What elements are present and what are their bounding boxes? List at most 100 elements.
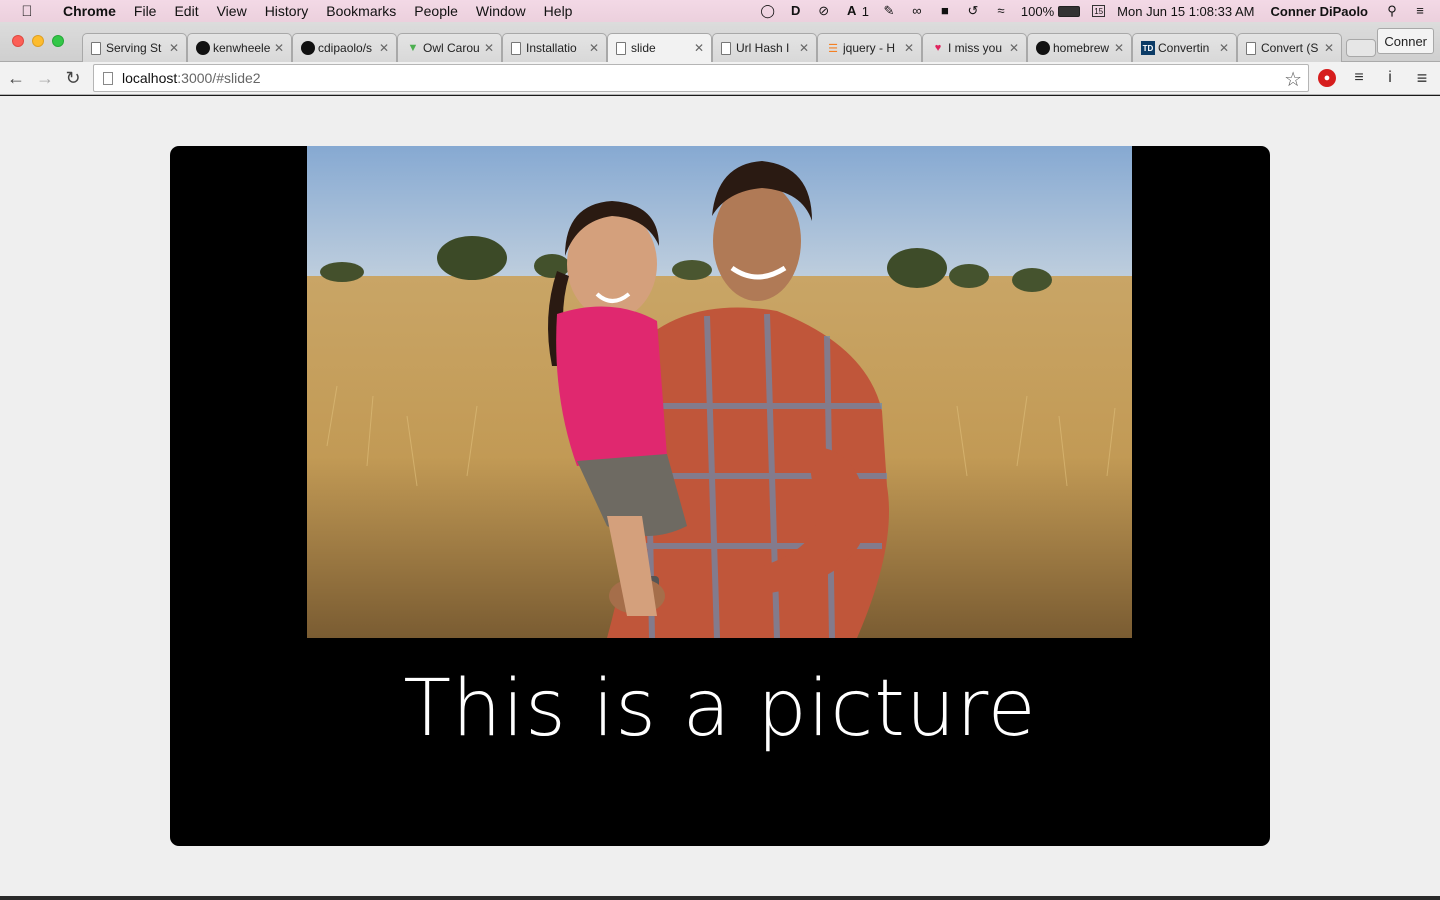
menu-app-chrome[interactable]: Chrome [54,3,125,19]
menu-history[interactable]: History [256,3,318,19]
menu-help[interactable]: Help [535,3,582,19]
tab-label: Convertin [1158,41,1210,55]
status-circle-icon[interactable]: ◯ [754,4,782,18]
tab-serving[interactable]: Serving St ✕ [82,33,187,62]
tab-label: slide [631,41,656,55]
reload-icon[interactable]: ↻ [61,66,85,90]
tab-close-icon[interactable]: ✕ [586,41,602,55]
tab-close-icon[interactable]: ✕ [271,41,287,55]
page-viewport: This is a picture [0,96,1440,896]
profile-button[interactable]: Conner [1377,28,1434,54]
status-block-icon[interactable]: ⊘ [810,4,838,18]
info-extension-icon[interactable]: i [1378,66,1402,90]
tab-slide-active[interactable]: slide ✕ [607,33,712,62]
window-zoom-button[interactable] [52,35,64,47]
apple-menu-icon[interactable]:  [0,3,54,20]
tab-close-icon[interactable]: ✕ [1216,41,1232,55]
tab-label: Serving St [106,41,162,55]
document-icon [91,41,101,55]
tab-close-icon[interactable]: ✕ [691,41,707,55]
browser-toolbar: ← → ↻ localhost:3000/#slide2 ☆ ● ≡ i ≡ [0,62,1440,95]
tab-close-icon[interactable]: ✕ [796,41,812,55]
tab-url-hash[interactable]: Url Hash I ✕ [712,33,817,62]
window-close-button[interactable] [12,35,24,47]
tab-close-icon[interactable]: ✕ [166,41,182,55]
tab-convert[interactable]: Convert (S ✕ [1237,33,1342,62]
menu-bar-status-area: ◯ D ⊘ A 1 ✎ ∞ ■ ↺ ≈ 100% 15 Mon Jun 15 1… [754,0,1440,22]
menu-bar-user[interactable]: Conner DiPaolo [1260,4,1378,19]
github-icon [1036,41,1050,55]
github-icon [196,41,210,55]
spotlight-search-icon[interactable]: ⚲ [1378,4,1406,18]
heart-icon: ♥ [934,42,942,54]
window-bottom-edge [0,896,1440,900]
document-icon [1246,41,1256,55]
tab-label: Installatio [526,41,577,55]
macos-menu-bar:  Chrome File Edit View History Bookmark… [0,0,1440,22]
tab-label: homebrew [1053,41,1110,55]
status-time-machine-icon[interactable]: ↺ [959,4,987,18]
url-host: localhost [122,70,178,86]
status-notification-icon[interactable]: A 1 [838,4,875,19]
notification-center-icon[interactable]: ≡ [1406,4,1440,18]
battery-icon [1058,5,1081,17]
tab-homebrew[interactable]: homebrew ✕ [1027,33,1132,62]
stackoverflow-icon: ☰ [828,42,838,55]
tab-kenwheeler[interactable]: kenwheele ✕ [187,33,292,62]
tab-close-icon[interactable]: ✕ [481,41,497,55]
slide-caption: This is a picture [403,664,1037,754]
window-minimize-button[interactable] [32,35,44,47]
slide-photo [307,146,1132,638]
menu-bookmarks[interactable]: Bookmarks [317,3,405,19]
address-url[interactable]: localhost:3000/#slide2 [122,70,261,86]
menu-view[interactable]: View [208,3,256,19]
tab-cdipaolo[interactable]: cdipaolo/s ✕ [292,33,397,62]
tab-close-icon[interactable]: ✕ [1111,41,1127,55]
menu-file[interactable]: File [125,3,166,19]
address-bar[interactable]: localhost:3000/#slide2 ☆ [93,64,1309,92]
ublock-extension-icon[interactable]: ● [1315,66,1339,90]
new-tab-button[interactable] [1346,39,1376,57]
github-icon [301,41,315,55]
tab-label: Convert (S [1261,41,1319,55]
url-path: :3000/#slide2 [177,70,261,86]
browser-tab-strip: Serving St ✕ kenwheele ✕ cdipaolo/s ✕ ▼ … [0,22,1440,62]
tab-label: Url Hash I [736,41,790,55]
status-wifi-icon[interactable]: ≈ [987,4,1015,18]
tab-close-icon[interactable]: ✕ [901,41,917,55]
document-icon [616,41,626,55]
tab-close-icon[interactable]: ✕ [1006,41,1022,55]
chrome-menu-icon[interactable]: ≡ [1410,66,1434,90]
page-info-icon[interactable] [103,71,113,85]
status-calendar-icon[interactable]: 15 [1086,5,1111,17]
menu-window[interactable]: Window [467,3,535,19]
tab-owl-carousel[interactable]: ▼ Owl Carou ✕ [397,33,502,62]
photo-illustration [307,146,1132,638]
owl-icon: ▼ [407,42,419,54]
tab-label: kenwheele [213,41,271,55]
tab-label: jquery - H [843,41,896,55]
status-elephant-icon[interactable]: ■ [931,4,959,18]
toolkit-extension-icon[interactable]: ≡ [1347,66,1371,90]
tab-label: Owl Carou [423,41,480,55]
tab-i-miss-you[interactable]: ♥ I miss you ✕ [922,33,1027,62]
forward-arrow-icon[interactable]: → [33,66,57,90]
menu-bar-clock[interactable]: Mon Jun 15 1:08:33 AM [1111,4,1260,19]
menu-edit[interactable]: Edit [165,3,207,19]
status-d-icon[interactable]: D [782,4,810,18]
tab-converting[interactable]: TD Convertin ✕ [1132,33,1237,62]
tab-close-icon[interactable]: ✕ [1321,41,1337,55]
menu-people[interactable]: People [405,3,467,19]
status-pen-icon[interactable]: ✎ [875,4,903,18]
document-icon [721,41,731,55]
tab-close-icon[interactable]: ✕ [376,41,392,55]
back-arrow-icon[interactable]: ← [4,66,28,90]
bookmark-star-icon[interactable]: ☆ [1284,67,1302,92]
tab-installation[interactable]: Installatio ✕ [502,33,607,62]
battery-status[interactable]: 100% [1015,4,1086,19]
tab-label: I miss you [948,41,1003,55]
tab-jquery[interactable]: ☰ jquery - H ✕ [817,33,922,62]
td-icon: TD [1141,41,1155,55]
status-glasses-icon[interactable]: ∞ [903,4,931,18]
notification-count: 1 [861,3,869,19]
